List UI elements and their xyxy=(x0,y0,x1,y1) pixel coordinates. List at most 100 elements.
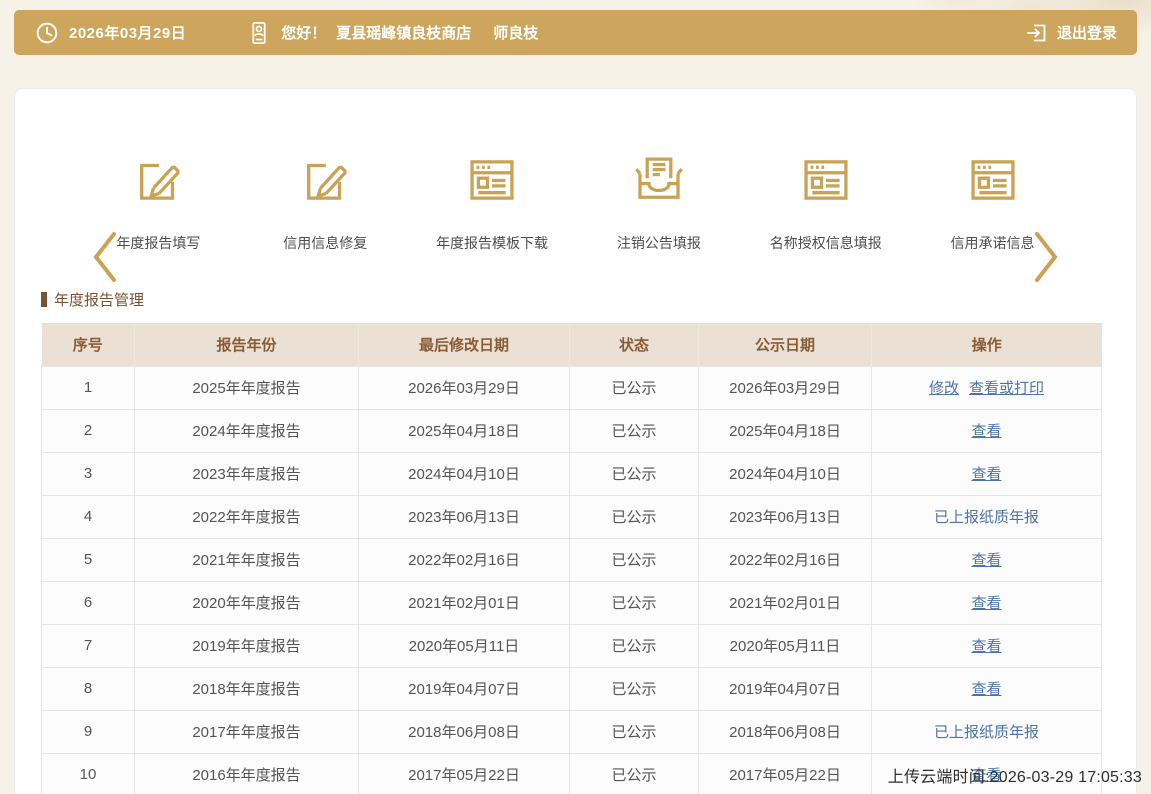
cell-actions: 查看 xyxy=(872,624,1102,667)
company-name: 夏县瑶峰镇良枝商店 xyxy=(336,22,471,43)
edit-icon xyxy=(296,151,354,209)
inbox-icon xyxy=(630,151,688,209)
feature-item-5[interactable]: 名称授权信息填报 xyxy=(746,151,906,253)
cell-status: 已公示 xyxy=(570,452,699,495)
cell-modified: 2023年06月13日 xyxy=(359,495,570,538)
section-title-bullet xyxy=(41,292,47,307)
feature-item-3[interactable]: 年度报告模板下载 xyxy=(412,151,572,253)
table-row: 82018年年度报告2019年04月07日已公示2019年04月07日查看 xyxy=(42,667,1102,710)
cell-modified: 2024年04月10日 xyxy=(359,452,570,495)
cell-status: 已公示 xyxy=(570,667,699,710)
main-panel: 年度报告填写 信用信息修复 年度报告模板下载 注销公告填报 xyxy=(14,88,1137,794)
column-header: 状态 xyxy=(570,323,699,366)
action-link[interactable]: 查看或打印 xyxy=(969,380,1044,397)
cell-status: 已公示 xyxy=(570,538,699,581)
column-header: 最后修改日期 xyxy=(359,323,570,366)
action-link[interactable]: 查看 xyxy=(971,466,1001,483)
cell-published: 2020年05月11日 xyxy=(699,624,872,667)
cell-status: 已公示 xyxy=(570,710,699,753)
cell-modified: 2017年05月22日 xyxy=(359,753,570,794)
upload-timestamp-watermark: 上传云端时间:2026-03-29 17:05:33 xyxy=(888,763,1142,787)
cell-year: 2016年年度报告 xyxy=(135,753,359,794)
cell-status: 已公示 xyxy=(570,495,699,538)
top-bar: 2026年03月29日 您好！ 夏县瑶峰镇良枝商店 师良枝 退出登录 xyxy=(14,10,1137,55)
annual-report-table: 序号报告年份最后修改日期状态公示日期操作 12025年年度报告2026年03月2… xyxy=(41,323,1102,794)
action-link[interactable]: 查看 xyxy=(971,423,1001,440)
table-row: 62020年年度报告2021年02月01日已公示2021年02月01日查看 xyxy=(42,581,1102,624)
table-row: 72019年年度报告2020年05月11日已公示2020年05月11日查看 xyxy=(42,624,1102,667)
column-header: 序号 xyxy=(42,323,135,366)
carousel-left-arrow[interactable] xyxy=(91,229,119,285)
cell-published: 2022年02月16日 xyxy=(699,538,872,581)
cell-modified: 2026年03月29日 xyxy=(359,366,570,409)
action-link[interactable]: 已上报纸质年报 xyxy=(934,724,1039,741)
feature-item-4[interactable]: 注销公告填报 xyxy=(579,151,739,253)
feature-items: 年度报告填写 信用信息修复 年度报告模板下载 注销公告填报 xyxy=(75,151,1076,253)
action-link[interactable]: 已上报纸质年报 xyxy=(934,509,1039,526)
feature-item-2[interactable]: 信用信息修复 xyxy=(245,151,405,253)
template-icon xyxy=(463,151,521,209)
cell-modified: 2025年04月18日 xyxy=(359,409,570,452)
user-name: 师良枝 xyxy=(493,22,538,43)
cell-actions: 查看 xyxy=(872,667,1102,710)
feature-item-label: 年度报告填写 xyxy=(116,233,200,253)
column-header: 公示日期 xyxy=(699,323,872,366)
cell-published: 2019年04月07日 xyxy=(699,667,872,710)
table-row: 32023年年度报告2024年04月10日已公示2024年04月10日查看 xyxy=(42,452,1102,495)
cell-actions: 查看 xyxy=(872,452,1102,495)
action-link[interactable]: 查看 xyxy=(971,595,1001,612)
cell-status: 已公示 xyxy=(570,581,699,624)
cell-seq: 7 xyxy=(42,624,135,667)
cell-year: 2018年年度报告 xyxy=(135,667,359,710)
column-header: 报告年份 xyxy=(135,323,359,366)
cell-year: 2021年年度报告 xyxy=(135,538,359,581)
feature-item-label: 信用承诺信息 xyxy=(951,233,1035,253)
cell-status: 已公示 xyxy=(570,624,699,667)
action-link[interactable]: 查看 xyxy=(971,552,1001,569)
table-header-row: 序号报告年份最后修改日期状态公示日期操作 xyxy=(42,323,1102,366)
cell-seq: 5 xyxy=(42,538,135,581)
table-row: 12025年年度报告2026年03月29日已公示2026年03月29日修改查看或… xyxy=(42,366,1102,409)
logout-icon xyxy=(1025,21,1049,45)
cell-status: 已公示 xyxy=(570,366,699,409)
user-info: 您好！ 夏县瑶峰镇良枝商店 师良枝 xyxy=(246,20,538,46)
cell-actions: 查看 xyxy=(872,409,1102,452)
cell-seq: 4 xyxy=(42,495,135,538)
action-link[interactable]: 查看 xyxy=(971,681,1001,698)
clock-icon xyxy=(34,20,60,46)
cell-modified: 2020年05月11日 xyxy=(359,624,570,667)
action-link[interactable]: 修改 xyxy=(929,380,959,397)
logout-button[interactable]: 退出登录 xyxy=(1025,21,1117,45)
greeting-text: 您好！ xyxy=(281,22,326,43)
edit-icon xyxy=(129,151,187,209)
table-row: 22024年年度报告2025年04月18日已公示2025年04月18日查看 xyxy=(42,409,1102,452)
cell-year: 2022年年度报告 xyxy=(135,495,359,538)
cell-status: 已公示 xyxy=(570,409,699,452)
cell-published: 2017年05月22日 xyxy=(699,753,872,794)
feature-item-label: 注销公告填报 xyxy=(617,233,701,253)
feature-item-label: 名称授权信息填报 xyxy=(770,233,882,253)
cell-year: 2024年年度报告 xyxy=(135,409,359,452)
cell-actions: 查看 xyxy=(872,538,1102,581)
current-date: 2026年03月29日 xyxy=(69,22,186,43)
feature-nav: 年度报告填写 信用信息修复 年度报告模板下载 注销公告填报 xyxy=(75,151,1076,253)
section-title: 年度报告管理 xyxy=(41,289,1136,310)
carousel-right-arrow[interactable] xyxy=(1032,229,1060,285)
cell-seq: 6 xyxy=(42,581,135,624)
cell-actions: 修改查看或打印 xyxy=(872,366,1102,409)
action-link[interactable]: 查看 xyxy=(971,638,1001,655)
cell-year: 2025年年度报告 xyxy=(135,366,359,409)
logout-label: 退出登录 xyxy=(1057,22,1117,43)
cell-seq: 1 xyxy=(42,366,135,409)
feature-item-label: 信用信息修复 xyxy=(283,233,367,253)
cell-published: 2024年04月10日 xyxy=(699,452,872,495)
cell-modified: 2021年02月01日 xyxy=(359,581,570,624)
cell-modified: 2018年06月08日 xyxy=(359,710,570,753)
cell-seq: 9 xyxy=(42,710,135,753)
template-icon xyxy=(797,151,855,209)
cell-modified: 2022年02月16日 xyxy=(359,538,570,581)
cell-seq: 10 xyxy=(42,753,135,794)
cell-status: 已公示 xyxy=(570,753,699,794)
cell-published: 2025年04月18日 xyxy=(699,409,872,452)
template-icon xyxy=(964,151,1022,209)
